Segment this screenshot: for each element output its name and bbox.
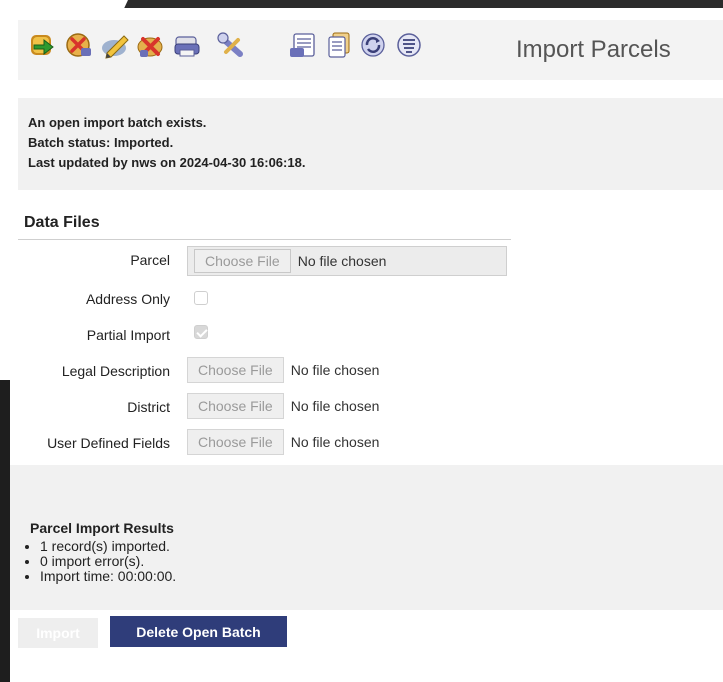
divider bbox=[18, 239, 511, 240]
edit-pencil-icon[interactable] bbox=[98, 28, 132, 62]
district-file-input[interactable]: Choose File No file chosen bbox=[187, 392, 379, 420]
toolbar: Import Parcels bbox=[18, 20, 723, 80]
delete-open-batch-button[interactable]: Delete Open Batch bbox=[110, 616, 287, 647]
parcel-choose-file-button[interactable]: Choose File bbox=[194, 249, 291, 273]
address-only-label: Address Only bbox=[85, 291, 170, 307]
legal-description-file-input[interactable]: Choose File No file chosen bbox=[187, 356, 379, 384]
background-shape bbox=[124, 0, 723, 8]
district-choose-file-button[interactable]: Choose File bbox=[187, 393, 284, 419]
legal-description-file-status: No file chosen bbox=[290, 362, 380, 378]
user-defined-fields-label: User Defined Fields bbox=[47, 435, 170, 451]
legal-description-choose-file-button[interactable]: Choose File bbox=[187, 357, 284, 383]
results-list: 1 record(s) imported. 0 import error(s).… bbox=[20, 539, 176, 584]
partial-import-label: Partial Import bbox=[86, 327, 170, 343]
tools-icon[interactable] bbox=[214, 28, 248, 62]
import-arrow-icon[interactable] bbox=[26, 28, 60, 62]
district-label: District bbox=[127, 399, 170, 415]
partial-import-checkbox[interactable] bbox=[194, 325, 208, 339]
list-item: 0 import error(s). bbox=[40, 554, 176, 569]
page-title: Import Parcels bbox=[516, 36, 671, 63]
cancel-import-icon[interactable] bbox=[62, 28, 96, 62]
refresh-icon[interactable] bbox=[356, 28, 390, 62]
filter-list-icon[interactable] bbox=[392, 28, 426, 62]
district-file-status: No file chosen bbox=[290, 398, 380, 414]
background-shape bbox=[0, 380, 10, 682]
parcel-label: Parcel bbox=[130, 252, 170, 268]
user-defined-fields-file-status: No file chosen bbox=[290, 434, 380, 450]
batch-status-panel: An open import batch exists. Batch statu… bbox=[18, 98, 723, 190]
legal-description-label: Legal Description bbox=[61, 363, 170, 379]
parcel-file-status: No file chosen bbox=[297, 253, 387, 269]
list-item: Import time: 00:00:00. bbox=[40, 569, 176, 584]
results-heading: Parcel Import Results bbox=[30, 520, 174, 536]
import-results-panel: Parcel Import Results 1 record(s) import… bbox=[10, 465, 723, 610]
delete-x-icon[interactable] bbox=[134, 28, 168, 62]
user-defined-fields-choose-file-button[interactable]: Choose File bbox=[187, 429, 284, 455]
print-icon[interactable] bbox=[170, 28, 204, 62]
list-item: 1 record(s) imported. bbox=[40, 539, 176, 554]
status-line-open-batch: An open import batch exists. bbox=[28, 115, 207, 130]
status-line-batch-status: Batch status: Imported. bbox=[28, 135, 174, 150]
report-icon[interactable] bbox=[286, 28, 320, 62]
documents-icon[interactable] bbox=[322, 28, 356, 62]
import-button[interactable]: Import bbox=[18, 618, 98, 648]
address-only-checkbox[interactable] bbox=[194, 291, 208, 305]
data-files-heading: Data Files bbox=[24, 214, 100, 231]
user-defined-fields-file-input[interactable]: Choose File No file chosen bbox=[187, 428, 379, 456]
parcel-file-input[interactable]: Choose File No file chosen bbox=[187, 246, 507, 276]
status-line-last-updated: Last updated by nws on 2024-04-30 16:06:… bbox=[28, 155, 306, 170]
